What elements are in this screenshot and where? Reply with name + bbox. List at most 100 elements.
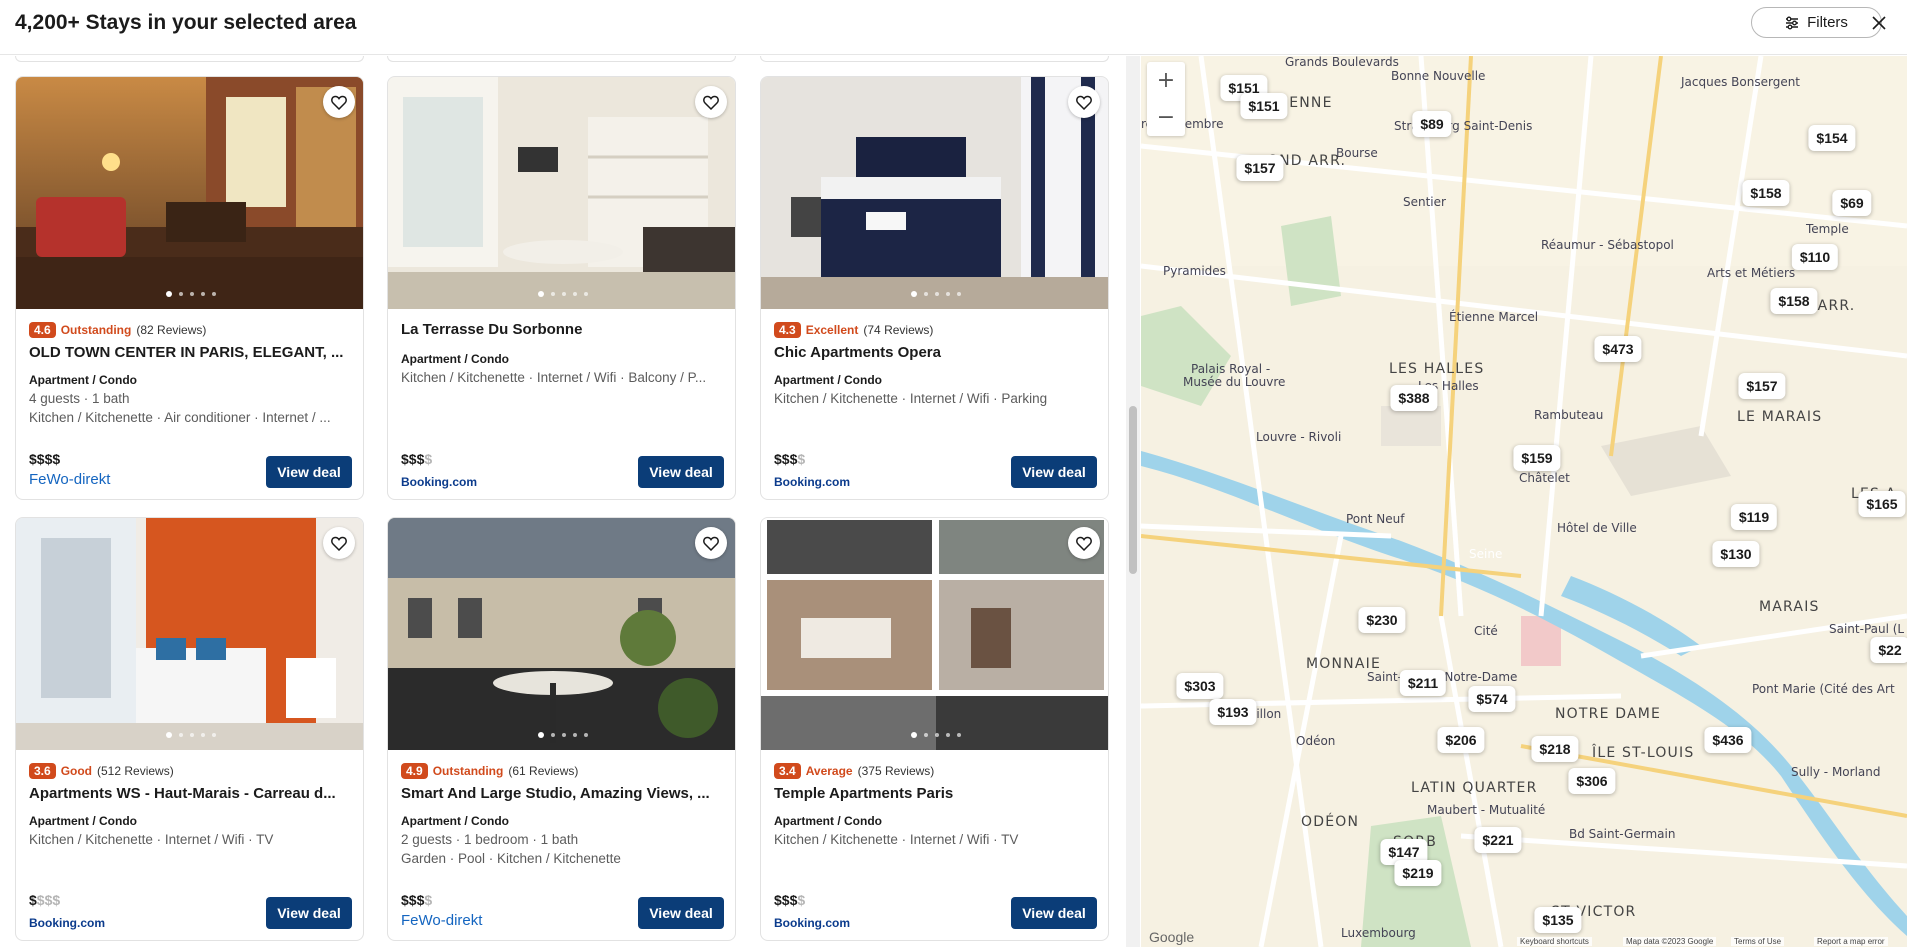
map-price-marker[interactable]: $218 — [1531, 736, 1579, 762]
map-price-marker[interactable]: $219 — [1394, 860, 1442, 886]
favorite-button[interactable] — [1068, 86, 1100, 118]
map-price-marker[interactable]: $230 — [1358, 607, 1406, 633]
map-price-marker[interactable]: $22 — [1870, 637, 1907, 663]
provider-logo: Booking.com — [774, 475, 851, 489]
price-level: $$$$ — [401, 451, 433, 467]
provider-logo: Booking.com — [774, 916, 851, 930]
listing-name[interactable]: La Terrasse Du Sorbonne — [401, 321, 722, 338]
close-button[interactable] — [1866, 10, 1892, 36]
map-price-marker[interactable]: $69 — [1832, 190, 1872, 216]
map-label: Châtelet — [1519, 471, 1570, 485]
favorite-button[interactable] — [695, 86, 727, 118]
listing-photo[interactable] — [388, 518, 735, 750]
listing-photo[interactable] — [16, 518, 363, 750]
listing-name[interactable]: Apartments WS - Haut-Marais - Carreau d.… — [29, 785, 350, 802]
map-label: Palais Royal - — [1191, 362, 1271, 376]
heart-icon — [1076, 95, 1092, 110]
map-price-marker[interactable]: $89 — [1412, 111, 1452, 137]
list-scrollbar[interactable] — [1126, 56, 1140, 947]
filters-button[interactable]: Filters — [1751, 7, 1882, 38]
view-deal-button[interactable]: View deal — [638, 897, 724, 929]
provider-logo: FeWo-direkt — [29, 471, 111, 488]
map-attribution: Keyboard shortcuts Map data ©2023 Google… — [1141, 937, 1907, 947]
map-price-marker[interactable]: $130 — [1712, 541, 1760, 567]
photo-pagination — [16, 732, 363, 738]
listing-amenities: Kitchen / Kitchenette · Internet / Wifi … — [774, 391, 1048, 406]
map-price-marker[interactable]: $306 — [1568, 768, 1616, 794]
map-price-marker[interactable]: $574 — [1468, 686, 1516, 712]
photo-pagination — [761, 291, 1108, 297]
map-price-marker[interactable]: $211 — [1399, 670, 1447, 696]
map-label: Grands Boulevards — [1285, 56, 1399, 69]
rating-score: 3.4 — [774, 763, 801, 779]
rating-score: 4.3 — [774, 322, 801, 338]
listing-type: Apartment / Condo — [29, 814, 137, 828]
listing-name[interactable]: Chic Apartments Opera — [774, 344, 1095, 361]
listing-card[interactable]: 3.6 Good (512 Reviews) Apartments WS - H… — [15, 517, 364, 941]
map-price-marker[interactable]: $436 — [1704, 727, 1752, 753]
zoom-in-button[interactable]: + — [1147, 62, 1185, 99]
view-deal-button[interactable]: View deal — [1011, 456, 1097, 488]
rating-row: 3.4 Average (375 Reviews) — [774, 762, 1095, 780]
view-deal-button[interactable]: View deal — [266, 456, 352, 488]
map-price-marker[interactable]: $221 — [1474, 827, 1522, 853]
listing-card[interactable]: 4.3 Excellent (74 Reviews) Chic Apartmen… — [760, 76, 1109, 500]
map-label: Sully - Morland — [1791, 765, 1881, 779]
favorite-button[interactable] — [323, 527, 355, 559]
scrollbar-thumb[interactable] — [1129, 406, 1137, 574]
heart-icon — [1076, 536, 1092, 551]
previous-card-edge — [760, 56, 1109, 62]
map-price-marker[interactable]: $193 — [1209, 699, 1257, 725]
map-price-marker[interactable]: $157 — [1236, 155, 1284, 181]
map-price-marker[interactable]: $159 — [1513, 445, 1561, 471]
listing-card[interactable]: La Terrasse Du Sorbonne Apartment / Cond… — [387, 76, 736, 500]
map-price-marker[interactable]: $473 — [1594, 336, 1642, 362]
listing-photo[interactable] — [16, 77, 363, 309]
map-price-marker[interactable]: $303 — [1176, 673, 1224, 699]
listing-card[interactable]: 4.9 Outstanding (61 Reviews) Smart And L… — [387, 517, 736, 941]
keyboard-shortcuts-link[interactable]: Keyboard shortcuts — [1517, 937, 1592, 946]
review-count: (375 Reviews) — [857, 764, 935, 778]
photo-pagination — [761, 732, 1108, 738]
listing-amenities: Kitchen / Kitchenette · Air conditioner … — [29, 410, 331, 425]
terms-link[interactable]: Terms of Use — [1731, 937, 1785, 946]
listing-photo[interactable] — [761, 77, 1108, 309]
listing-card[interactable]: 3.4 Average (375 Reviews) Temple Apartme… — [760, 517, 1109, 941]
listing-type: Apartment / Condo — [774, 814, 882, 828]
map-price-marker[interactable]: $158 — [1770, 288, 1818, 314]
price-level: $$$$ — [401, 892, 433, 908]
report-error-link[interactable]: Report a map error — [1814, 937, 1888, 946]
zoom-out-button[interactable]: − — [1147, 99, 1185, 136]
view-deal-button[interactable]: View deal — [1011, 897, 1097, 929]
map-price-marker[interactable]: $158 — [1742, 180, 1790, 206]
results-map[interactable]: Grands Boulevards Bonne Nouvelle Strasbo… — [1141, 56, 1907, 947]
map-label: Bd Saint-Germain — [1569, 827, 1676, 841]
listing-card[interactable]: 4.6 Outstanding (82 Reviews) OLD TOWN CE… — [15, 76, 364, 500]
map-price-marker[interactable]: $157 — [1738, 373, 1786, 399]
map-price-marker[interactable]: $165 — [1858, 491, 1906, 517]
listing-name[interactable]: Temple Apartments Paris — [774, 785, 1095, 802]
map-label: Étienne Marcel — [1449, 310, 1539, 324]
photo-bedroom — [761, 77, 1108, 309]
map-price-marker[interactable]: $154 — [1808, 125, 1856, 151]
listing-photo[interactable] — [388, 77, 735, 309]
price-level: $$$$ — [774, 892, 806, 908]
map-price-marker[interactable]: $119 — [1730, 504, 1778, 530]
map-price-marker[interactable]: $388 — [1390, 385, 1438, 411]
map-price-marker[interactable]: $135 — [1534, 907, 1582, 933]
listing-name[interactable]: OLD TOWN CENTER IN PARIS, ELEGANT, ... — [29, 344, 350, 361]
favorite-button[interactable] — [323, 86, 355, 118]
rating-label: Excellent — [805, 323, 859, 337]
favorite-button[interactable] — [695, 527, 727, 559]
favorite-button[interactable] — [1068, 527, 1100, 559]
rating-score: 4.9 — [401, 763, 428, 779]
rating-row: 4.6 Outstanding (82 Reviews) — [29, 321, 350, 339]
view-deal-button[interactable]: View deal — [638, 456, 724, 488]
price-level: $$$$ — [29, 451, 61, 467]
listing-name[interactable]: Smart And Large Studio, Amazing Views, .… — [401, 785, 722, 802]
map-price-marker[interactable]: $151 — [1240, 93, 1288, 119]
map-price-marker[interactable]: $110 — [1791, 244, 1839, 270]
listing-photo[interactable] — [761, 518, 1108, 750]
map-price-marker[interactable]: $206 — [1437, 727, 1485, 753]
view-deal-button[interactable]: View deal — [266, 897, 352, 929]
